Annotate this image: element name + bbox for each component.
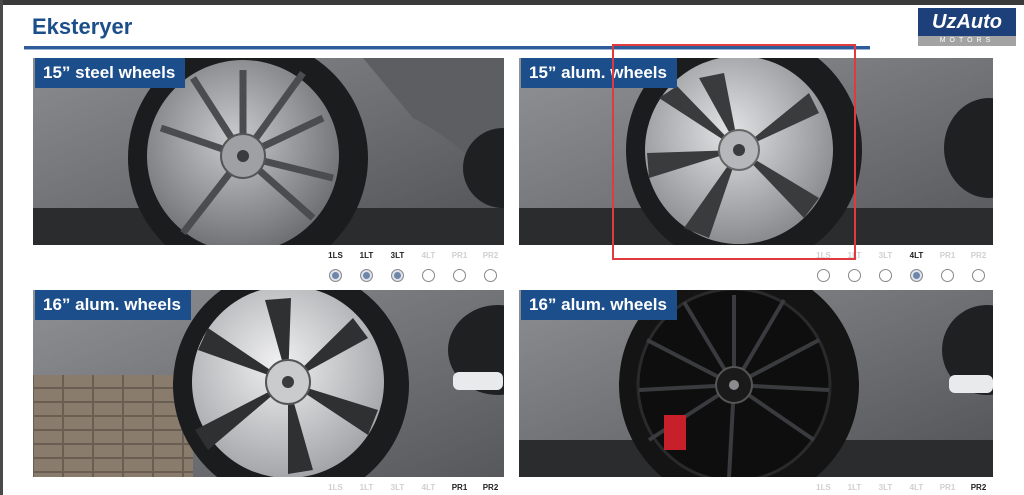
trim-name: 4LT bbox=[909, 251, 924, 260]
trim-option-3lt[interactable]: 3LT bbox=[870, 482, 901, 493]
trim-dot[interactable] bbox=[848, 269, 861, 282]
trim-option-pr1[interactable]: PR1 bbox=[444, 250, 475, 282]
trim-dot-selected[interactable] bbox=[391, 269, 404, 282]
trim-selector-1: 1LS 1LT 3LT 4LT PR1 PR2 bbox=[320, 250, 506, 282]
trim-option-4lt[interactable]: 4LT bbox=[413, 482, 444, 493]
window-top-edge bbox=[0, 0, 1024, 5]
trim-dot[interactable] bbox=[941, 269, 954, 282]
trim-dot[interactable] bbox=[817, 269, 830, 282]
trim-name: 3LT bbox=[878, 251, 893, 260]
trim-name: PR2 bbox=[482, 251, 499, 260]
wheel-panel-3: 16” alum. wheels bbox=[33, 290, 504, 477]
trim-option-pr2[interactable]: PR2 bbox=[963, 250, 994, 282]
trim-name: PR2 bbox=[970, 251, 987, 260]
wheel-label: 15” steel wheels bbox=[35, 58, 186, 88]
trim-option-4lt[interactable]: 4LT bbox=[901, 250, 932, 282]
trim-name: 1LS bbox=[328, 483, 343, 492]
trim-dot[interactable] bbox=[879, 269, 892, 282]
wheel-label: 16” alum. wheels bbox=[35, 290, 191, 320]
trim-name: 1LS bbox=[328, 251, 343, 260]
trim-option-pr2[interactable]: PR2 bbox=[963, 482, 994, 493]
trim-option-3lt[interactable]: 3LT bbox=[382, 250, 413, 282]
wheel-panel-1: 15” steel wheels bbox=[33, 58, 504, 245]
wheel-panel-4: 16” alum. wheels bbox=[519, 290, 993, 477]
trim-dot-selected[interactable] bbox=[329, 269, 342, 282]
page-title: Eksteryer bbox=[32, 14, 133, 39]
trim-option-pr2[interactable]: PR2 bbox=[475, 250, 506, 282]
trim-option-pr2[interactable]: PR2 bbox=[475, 482, 506, 493]
trim-option-1ls[interactable]: 1LS bbox=[320, 250, 351, 282]
trim-dot-selected[interactable] bbox=[910, 269, 923, 282]
logo-wordmark: UzAuto bbox=[918, 8, 1016, 36]
trim-name: 3LT bbox=[878, 483, 893, 492]
trim-name: 4LT bbox=[421, 251, 436, 260]
trim-option-pr1[interactable]: PR1 bbox=[932, 482, 963, 493]
trim-dot[interactable] bbox=[422, 269, 435, 282]
trim-name: 3LT bbox=[390, 251, 405, 260]
trim-option-1lt[interactable]: 1LT bbox=[351, 250, 382, 282]
trim-option-4lt[interactable]: 4LT bbox=[901, 482, 932, 493]
trim-selector-4: 1LS 1LT 3LT 4LT PR1 PR2 bbox=[808, 482, 994, 493]
trim-name: PR1 bbox=[451, 483, 468, 492]
trim-option-pr1[interactable]: PR1 bbox=[932, 250, 963, 282]
trim-name: 4LT bbox=[421, 483, 436, 492]
trim-option-1ls[interactable]: 1LS bbox=[320, 482, 351, 493]
trim-option-1ls[interactable]: 1LS bbox=[808, 482, 839, 493]
logo-subtitle: MOTORS bbox=[918, 36, 1016, 46]
trim-selector-3: 1LS 1LT 3LT 4LT PR1 PR2 bbox=[320, 482, 506, 493]
highlight-box bbox=[612, 44, 856, 260]
trim-option-3lt[interactable]: 3LT bbox=[382, 482, 413, 493]
uzauto-logo: UzAuto MOTORS bbox=[918, 8, 1016, 48]
trim-option-4lt[interactable]: 4LT bbox=[413, 250, 444, 282]
trim-name: PR2 bbox=[482, 483, 499, 492]
trim-option-3lt[interactable]: 3LT bbox=[870, 250, 901, 282]
trim-dot-selected[interactable] bbox=[360, 269, 373, 282]
trim-name: 1LT bbox=[359, 251, 374, 260]
window-left-edge bbox=[0, 0, 3, 495]
trim-name: 1LT bbox=[359, 483, 374, 492]
trim-option-1lt[interactable]: 1LT bbox=[839, 482, 870, 493]
trim-name: PR1 bbox=[939, 483, 956, 492]
trim-option-1lt[interactable]: 1LT bbox=[351, 482, 382, 493]
trim-name: PR2 bbox=[970, 483, 987, 492]
trim-name: 4LT bbox=[909, 483, 924, 492]
trim-name: 1LS bbox=[816, 483, 831, 492]
trim-option-pr1[interactable]: PR1 bbox=[444, 482, 475, 493]
wheel-label: 16” alum. wheels bbox=[521, 290, 677, 320]
trim-dot[interactable] bbox=[972, 269, 985, 282]
trim-dot[interactable] bbox=[484, 269, 497, 282]
trim-dot[interactable] bbox=[453, 269, 466, 282]
trim-name: PR1 bbox=[451, 251, 468, 260]
trim-name: 1LT bbox=[847, 483, 862, 492]
trim-name: PR1 bbox=[939, 251, 956, 260]
trim-name: 3LT bbox=[390, 483, 405, 492]
